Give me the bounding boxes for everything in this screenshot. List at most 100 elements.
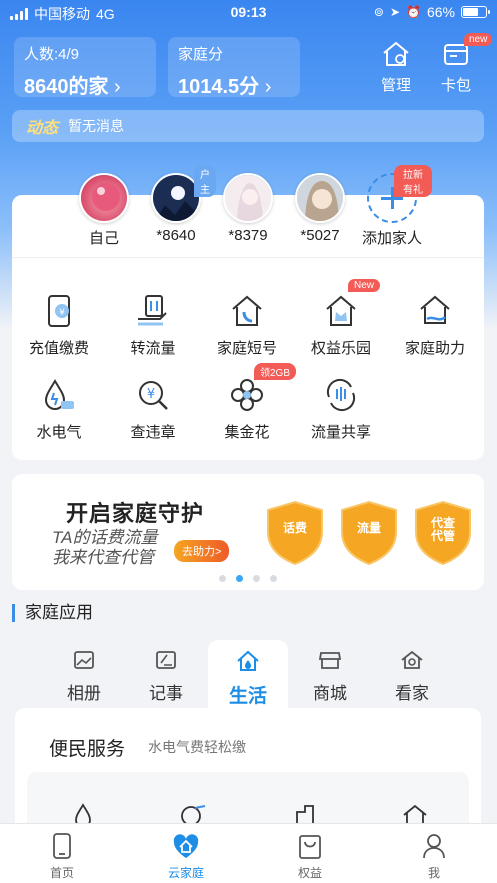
battery-percent: 66% — [426, 4, 455, 20]
benefits-park-icon — [326, 295, 356, 326]
profile-icon — [423, 834, 445, 859]
nav-label: 权益 — [297, 866, 322, 880]
tab-home-watch[interactable]: 看家 — [372, 650, 452, 704]
service-label: 水电气 — [36, 424, 82, 441]
home-phone-icon — [53, 833, 71, 859]
utilities-icon — [44, 379, 74, 410]
nav-label: 我 — [427, 866, 440, 880]
shield-bill-icon: 话费 — [264, 500, 326, 566]
service-label: 流量共享 — [310, 424, 371, 441]
tab-mall[interactable]: 商城 — [290, 650, 370, 704]
section-title: 家庭应用 — [12, 604, 93, 622]
carousel-dots — [12, 575, 484, 582]
mall-icon — [318, 652, 342, 669]
service-label: 家庭助力 — [404, 340, 465, 357]
photo-album-icon — [74, 651, 94, 669]
wallet-new-badge: new — [464, 33, 493, 46]
service-label: 转流量 — [130, 340, 176, 357]
banner-line2: 我来代查代管 — [52, 548, 154, 567]
service-label: 权益乐园 — [310, 340, 371, 357]
member-8379[interactable]: *8379 — [208, 173, 288, 244]
tab-album[interactable]: 相册 — [44, 650, 124, 704]
manage-home-icon — [383, 42, 409, 66]
members-services-card: 自己 户主 *8640 *8379 *5027 拉新有礼 添加家人 ¥ 充值缴费… — [12, 165, 484, 460]
lock-rotation-icon: ⊚ — [373, 5, 384, 19]
traffic-violation-icon: ¥ — [139, 381, 168, 410]
member-8640[interactable]: 户主 *8640 — [136, 165, 216, 244]
members-count: 人数:4/9 — [24, 46, 80, 63]
family-score-box[interactable]: 家庭分 1014.5分 — [168, 37, 300, 99]
shield-label: 流量 — [356, 521, 381, 535]
score-value: 1014.5分 — [178, 70, 290, 99]
go-help-button[interactable]: 去助力> — [174, 540, 230, 562]
family-members-box[interactable]: 人数:4/9 8640的家 — [14, 37, 156, 99]
add-family-button[interactable]: 拉新有礼 添加家人 — [352, 165, 432, 248]
service-label: 查违章 — [130, 424, 176, 441]
nav-label: 首页 — [49, 866, 74, 880]
banner-title: 开启家庭守护 — [66, 501, 205, 526]
shield-label: 话费 — [282, 521, 307, 535]
family-name: 8640的家 — [24, 70, 146, 99]
shield-label: 代查 代管 — [430, 516, 455, 543]
manage-label: 管理 — [380, 77, 411, 94]
service-label: 家庭短号 — [216, 340, 277, 357]
tab-life[interactable]: 生活 — [208, 640, 288, 710]
avatar-5027 — [295, 173, 345, 223]
nav-profile[interactable]: 我 — [394, 832, 474, 881]
service-utilities[interactable]: 水电气 — [12, 377, 106, 442]
transfer-data-icon — [138, 295, 167, 326]
service-family-help[interactable]: 家庭助力 — [388, 293, 482, 358]
nav-home[interactable]: 首页 — [22, 832, 102, 881]
carousel-dot[interactable] — [253, 575, 260, 582]
invite-gift-tag: 拉新有礼 — [394, 165, 432, 197]
get-2gb-badge: 领2GB — [254, 363, 297, 380]
wallet-label: 卡包 — [440, 77, 471, 94]
carousel-dot-active[interactable] — [236, 575, 243, 582]
home-watch-icon — [401, 650, 423, 669]
service-data-share[interactable]: 流量共享 — [294, 377, 388, 442]
nav-cloud-family[interactable]: 云家庭 — [146, 832, 226, 881]
nav-benefits[interactable]: 权益 — [270, 832, 350, 881]
service-collect-flower[interactable]: 集金花 — [200, 377, 294, 442]
member-5027[interactable]: *5027 — [280, 173, 360, 244]
tab-label: 生活 — [228, 686, 267, 707]
service-card-subtitle: 水电气费轻松缴 — [148, 739, 246, 755]
new-badge: New — [348, 279, 381, 292]
manage-button[interactable]: 管理 — [370, 40, 422, 95]
members-row: 自己 户主 *8640 *8379 *5027 拉新有礼 添加家人 — [12, 165, 484, 253]
member-name: *8640 — [156, 227, 196, 244]
score-label: 家庭分 — [178, 46, 224, 63]
life-icon — [237, 650, 259, 671]
notes-icon — [156, 651, 176, 669]
data-share-icon — [326, 378, 356, 412]
carousel-dot[interactable] — [270, 575, 277, 582]
member-self[interactable]: 自己 — [64, 173, 144, 248]
service-label: 充值缴费 — [28, 340, 89, 357]
service-transfer-data[interactable]: 转流量 — [106, 293, 200, 358]
bottom-nav: 首页 云家庭 权益 我 — [0, 823, 497, 883]
shield-data-icon: 流量 — [338, 500, 400, 566]
service-recharge[interactable]: ¥ 充值缴费 — [12, 293, 106, 358]
svg-text:¥: ¥ — [59, 308, 65, 318]
recharge-icon: ¥ — [48, 295, 70, 327]
service-traffic-violation[interactable]: ¥ 查违章 — [106, 377, 200, 442]
wallet-button[interactable]: 卡包 — [430, 40, 482, 95]
battery-icon — [461, 6, 490, 18]
service-family-shortnumber[interactable]: 家庭短号 — [200, 293, 294, 358]
svg-text:¥: ¥ — [147, 387, 155, 402]
news-message: 暂无消息 — [68, 118, 125, 134]
service-benefits-park[interactable]: 权益乐园 — [294, 293, 388, 358]
avatar-8379 — [223, 173, 273, 223]
family-shortnumber-icon — [232, 295, 262, 326]
shield-manage-icon: 代查 代管 — [412, 500, 474, 566]
alarm-icon: ⏰ — [406, 5, 421, 19]
news-label: 动态 — [26, 120, 59, 137]
banner-subtitle: TA的话费流量 我来代查代管 — [52, 528, 157, 568]
tab-label: 看家 — [395, 684, 429, 703]
service-label: 集金花 — [224, 424, 270, 441]
carousel-dot[interactable] — [219, 575, 226, 582]
service-card-title: 便民服务 — [49, 739, 126, 760]
family-guard-banner[interactable]: 开启家庭守护 TA的话费流量 我来代查代管 去助力> 话费 流量 代查 代管 — [12, 474, 484, 590]
news-bar[interactable]: 动态 暂无消息 — [12, 110, 484, 142]
tab-notes[interactable]: 记事 — [126, 650, 206, 704]
